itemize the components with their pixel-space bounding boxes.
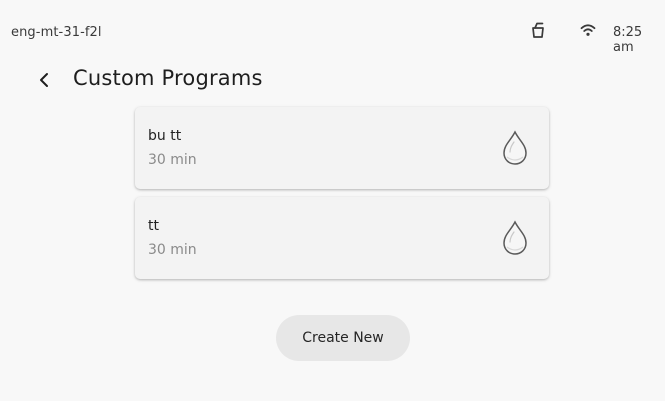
program-name: bu tt: [148, 128, 182, 144]
program-name: tt: [148, 218, 159, 234]
status-bar: eng-mt-31-f2l 8:25 am: [0, 0, 665, 60]
water-drop-icon: [501, 130, 529, 166]
page-title: Custom Programs: [73, 66, 263, 90]
program-duration: 30 min: [148, 242, 197, 258]
program-card[interactable]: tt 30 min: [135, 197, 549, 279]
bucket-icon: [530, 22, 546, 38]
program-card[interactable]: bu tt 30 min: [135, 107, 549, 189]
clock: 8:25 am: [613, 25, 643, 55]
back-button[interactable]: [33, 68, 55, 92]
program-duration: 30 min: [148, 152, 197, 168]
custom-programs-screen: eng-mt-31-f2l 8:25 am Custom Programs bu…: [0, 0, 665, 401]
device-name: eng-mt-31-f2l: [11, 25, 102, 40]
wifi-icon: [580, 22, 596, 38]
create-new-button[interactable]: Create New: [276, 315, 410, 361]
water-drop-icon: [501, 220, 529, 256]
chevron-left-icon: [40, 73, 48, 87]
